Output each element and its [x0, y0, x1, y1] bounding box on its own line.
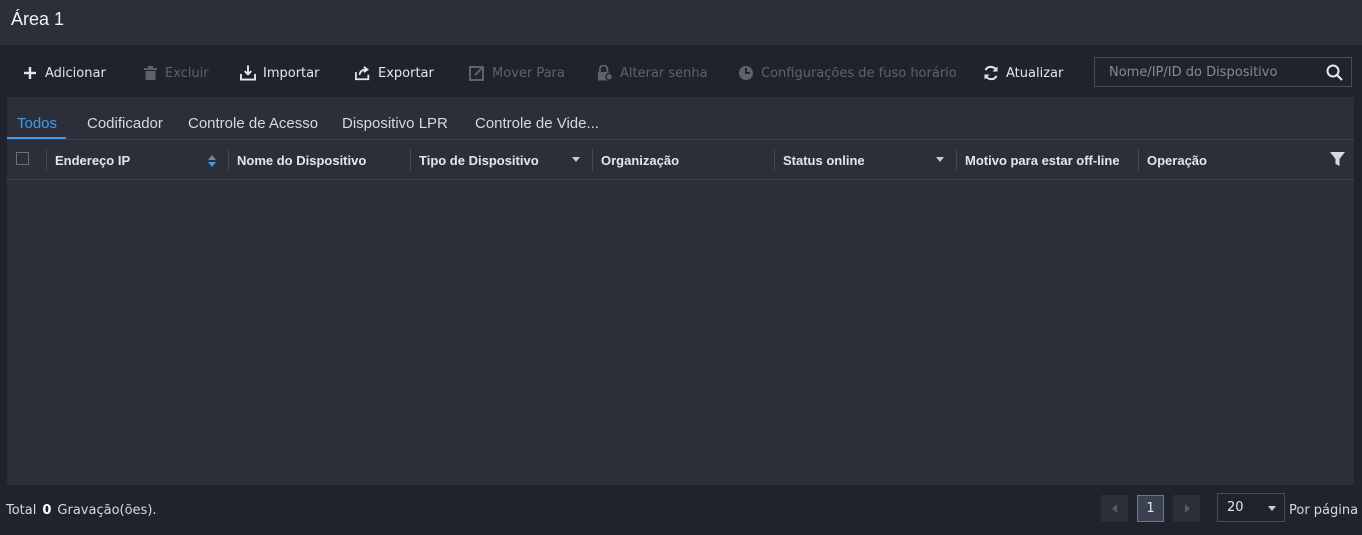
title-bar: Área 1 — [0, 0, 1362, 45]
online-status-filter-dropdown[interactable] — [936, 157, 944, 162]
lock-gear-icon — [597, 65, 613, 81]
column-divider — [956, 149, 957, 171]
device-search — [1094, 57, 1352, 87]
chevron-left-icon — [1111, 504, 1117, 513]
move-to-button[interactable]: Mover Para — [469, 64, 565, 82]
column-divider — [410, 149, 411, 171]
refresh-label: Atualizar — [1006, 65, 1064, 81]
column-device-name: Nome do Dispositivo — [237, 152, 367, 168]
column-organization: Organização — [601, 152, 680, 168]
column-divider — [592, 149, 593, 171]
import-button[interactable]: Importar — [240, 64, 319, 82]
tab-dispositivo-lpr[interactable]: Dispositivo LPR — [342, 115, 448, 132]
filter-icon[interactable] — [1330, 152, 1345, 171]
active-tab-indicator — [7, 137, 66, 139]
column-online-status: Status online — [783, 152, 865, 168]
previous-page-button[interactable] — [1101, 495, 1128, 522]
pagination-bar: Total 0 Gravação(ões). 1 20 Por página — [0, 485, 1362, 535]
change-password-button[interactable]: Alterar senha — [597, 64, 708, 82]
plus-icon — [22, 65, 38, 81]
record-total: Total 0 Gravação(ões). — [6, 503, 157, 518]
tab-controle-de-acesso[interactable]: Controle de Acesso — [188, 115, 318, 132]
delete-button[interactable]: Excluir — [142, 64, 209, 82]
page-1-button[interactable]: 1 — [1137, 495, 1164, 522]
move-to-label: Mover Para — [492, 65, 565, 81]
change-password-label: Alterar senha — [620, 65, 708, 81]
export-button[interactable]: Exportar — [355, 64, 434, 82]
column-divider — [46, 149, 47, 171]
add-label: Adicionar — [45, 65, 106, 81]
export-label: Exportar — [378, 65, 434, 81]
device-panel: Todos Codificador Controle de Acesso Dis… — [7, 97, 1354, 485]
timezone-settings-button[interactable]: Configurações de fuso horário — [738, 64, 957, 82]
search-input[interactable] — [1095, 58, 1334, 86]
tab-codificador[interactable]: Codificador — [87, 115, 163, 132]
column-divider — [774, 149, 775, 171]
tab-todos[interactable]: Todos — [17, 115, 57, 132]
sort-icon[interactable] — [208, 153, 216, 172]
add-button[interactable]: Adicionar — [22, 64, 106, 82]
record-count: 0 — [42, 503, 52, 518]
table-body — [7, 180, 1354, 485]
next-page-button[interactable] — [1173, 495, 1200, 522]
column-operation: Operação — [1147, 152, 1207, 168]
device-type-filter-dropdown[interactable] — [572, 157, 580, 162]
column-offline-reason: Motivo para estar off-line — [965, 152, 1120, 168]
per-page-label: Por página — [1289, 503, 1359, 518]
column-divider — [1138, 149, 1139, 171]
chevron-right-icon — [1184, 504, 1190, 513]
column-device-type: Tipo de Dispositivo — [419, 152, 539, 168]
device-type-tabs: Todos Codificador Controle de Acesso Dis… — [7, 97, 1354, 140]
import-icon — [240, 65, 256, 81]
chevron-down-icon — [1268, 506, 1276, 511]
timezone-settings-label: Configurações de fuso horário — [761, 65, 957, 81]
export-icon — [355, 65, 371, 81]
trash-icon — [142, 65, 158, 81]
select-all-checkbox[interactable] — [16, 152, 29, 165]
page-title: Área 1 — [11, 9, 65, 29]
delete-label: Excluir — [165, 65, 209, 81]
refresh-button[interactable]: Atualizar — [983, 64, 1063, 82]
column-divider — [228, 149, 229, 171]
toolbar: Adicionar Excluir Importar Exportar Move… — [0, 45, 1362, 97]
refresh-icon — [983, 65, 999, 81]
clock-icon — [738, 65, 754, 81]
per-page-select[interactable]: 20 — [1217, 493, 1285, 522]
per-page-value: 20 — [1227, 500, 1244, 515]
column-ip-address[interactable]: Endereço IP — [55, 140, 130, 180]
import-label: Importar — [263, 65, 320, 81]
table-header: Endereço IP Nome do Dispositivo Tipo de … — [7, 140, 1354, 180]
tab-controle-de-video[interactable]: Controle de Vide... — [475, 115, 599, 132]
edit-box-icon — [469, 65, 485, 81]
search-icon[interactable] — [1326, 64, 1343, 85]
